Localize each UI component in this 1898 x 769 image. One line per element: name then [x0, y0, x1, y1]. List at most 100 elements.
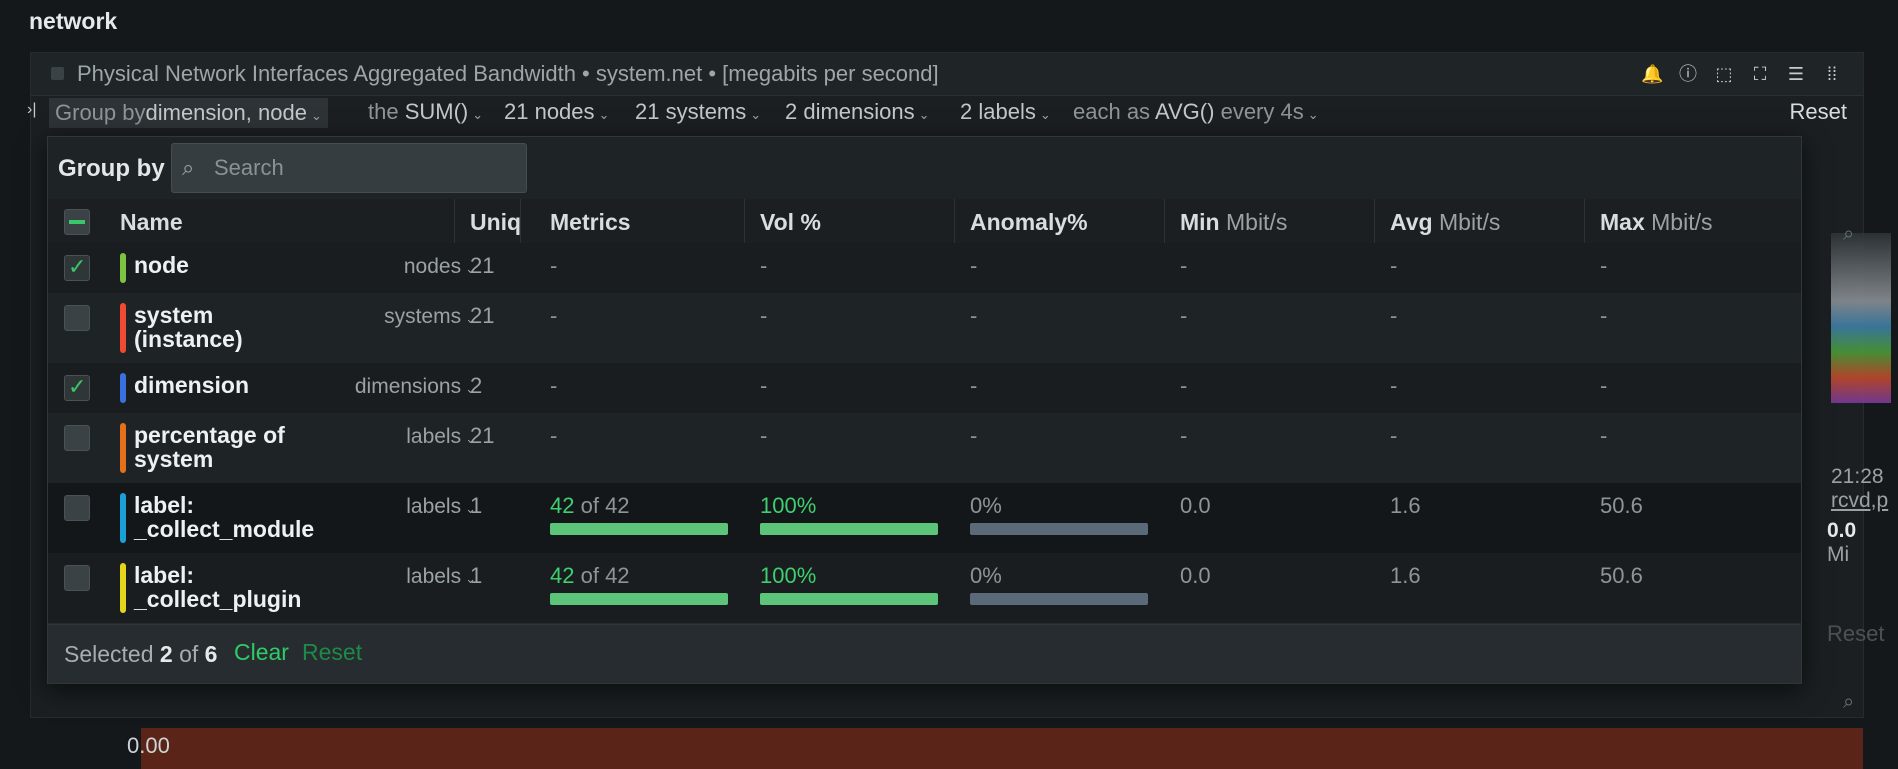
popover-footer: Selected 2 of 6 Clear Reset [48, 624, 1801, 683]
table-row[interactable]: node nodes⌄21 - - - - - - [48, 243, 1801, 294]
row-vol: - [760, 423, 768, 448]
column-metrics[interactable]: Metrics [550, 209, 631, 236]
row-uniq: 21 [470, 423, 495, 448]
table-row[interactable]: label: _collect_module labels ⌄ 1 42 of 42 10… [48, 483, 1801, 554]
zoom-icon[interactable]: ⌕ [1843, 223, 1869, 249]
filter-bar: ›| Group bydimension, node ⌄ the SUM() ⌄ 2… [27, 95, 1863, 131]
select-all-checkbox[interactable] [64, 209, 90, 235]
table-header: Name Uniq Metrics Vol % Anomaly% Min Mbi… [48, 199, 1801, 244]
row-metrics: 42 of 42 [550, 563, 630, 588]
row-color-indicator [120, 563, 126, 613]
row-checkbox[interactable] [64, 425, 90, 451]
row-avg: - [1390, 423, 1398, 448]
row-uniq: 2 [470, 373, 483, 398]
column-uniq[interactable]: Uniq [470, 209, 521, 236]
chevron-down-icon: ⌄ [1307, 107, 1319, 122]
reset-selection-button[interactable]: Reset [302, 639, 362, 666]
row-min: 0.0 [1180, 493, 1211, 518]
row-type-dropdown[interactable]: dimensions ⌄ [355, 375, 476, 399]
group-by-dropdown[interactable]: Group bydimension, node ⌄ [49, 98, 328, 128]
row-max: - [1600, 253, 1608, 278]
row-name: label: _collect_module [134, 492, 315, 542]
popover-label: Group by [58, 155, 165, 182]
row-checkbox[interactable] [64, 254, 90, 281]
vol-bar [760, 593, 938, 605]
row-type-dropdown[interactable]: labels ⌄ [406, 425, 476, 449]
row-metrics: - [550, 373, 558, 398]
info-icon[interactable]: ⓘ [1677, 63, 1699, 85]
row-name: label: _collect_plugin [134, 562, 302, 612]
section-title: network [29, 8, 118, 34]
background-reset: Reset [1827, 621, 1885, 646]
row-anomaly: - [970, 253, 978, 278]
table-row[interactable]: label: _collect_plugin labels ⌄ 1 42 of 42 10… [48, 553, 1801, 624]
row-type-dropdown[interactable]: systems ⌄ [384, 305, 476, 329]
row-color-indicator [120, 373, 126, 403]
search-box[interactable]: ⌕ [171, 143, 527, 193]
chevron-down-icon: ⌄ [1039, 107, 1051, 122]
row-metrics: - [550, 303, 558, 328]
row-avg: 1.6 [1390, 563, 1421, 588]
row-anomaly: 0% [970, 493, 1002, 518]
row-checkbox[interactable] [64, 374, 90, 401]
row-type-dropdown[interactable]: labels ⌄ [406, 565, 476, 589]
reset-button[interactable]: Reset [1790, 99, 1847, 125]
row-checkbox[interactable] [64, 495, 90, 521]
vol-bar [760, 523, 938, 535]
column-vol[interactable]: Vol % [760, 209, 821, 236]
drag-handle-icon[interactable]: ⁞⁞ [1821, 63, 1843, 85]
background-chart-area [141, 728, 1863, 769]
row-name: node [134, 252, 189, 278]
row-type-dropdown[interactable]: labels ⌄ [406, 495, 476, 519]
chart-title: Physical Network Interfaces Aggregated B… [77, 61, 939, 86]
labels-dropdown[interactable]: 2 labels ⌄ [960, 99, 1051, 125]
row-avg: - [1390, 373, 1398, 398]
row-checkbox[interactable] [64, 565, 90, 591]
layers-icon[interactable]: ⬚ [1713, 63, 1735, 85]
row-max: 50.6 [1600, 493, 1643, 518]
time-aggregation-dropdown[interactable]: each as AVG() every 4s ⌄ [1073, 99, 1319, 125]
chart-icon [51, 67, 64, 80]
row-max: 50.6 [1600, 563, 1643, 588]
clear-button[interactable]: Clear [234, 639, 289, 666]
table-row[interactable]: percentage of system labels ⌄ 21 - - - - - - [48, 413, 1801, 484]
row-name: percentage of system [134, 422, 285, 472]
column-max[interactable]: Max Mbit/s [1600, 209, 1712, 236]
row-uniq: 21 [470, 253, 495, 278]
row-color-indicator [120, 253, 126, 283]
row-vol: 100% [760, 563, 817, 588]
row-uniq: 21 [470, 303, 495, 328]
chevron-down-icon: ⌄ [918, 107, 930, 122]
search-icon: ⌕ [182, 155, 195, 180]
chevron-down-icon: ⌄ [472, 107, 484, 122]
systems-dropdown[interactable]: 21 systems ⌄ [635, 99, 761, 125]
row-name: system (instance) [134, 302, 243, 352]
settings-icon[interactable]: ☰ [1785, 63, 1807, 85]
background-legend: rcvd,p [1831, 489, 1889, 512]
row-type-dropdown[interactable]: nodes ⌄ [404, 255, 476, 279]
row-uniq: 1 [470, 563, 483, 588]
row-min: - [1180, 303, 1188, 328]
row-color-indicator [120, 423, 126, 473]
aggregation-dropdown[interactable]: the SUM() ⌄ [368, 99, 483, 125]
row-checkbox[interactable] [64, 305, 90, 331]
metrics-bar [550, 593, 728, 605]
bell-icon[interactable]: 🔔 [1641, 63, 1663, 85]
chevron-down-icon: ⌄ [310, 108, 322, 123]
fullscreen-icon[interactable]: ⛶ [1749, 63, 1771, 85]
row-color-indicator [120, 493, 126, 543]
background-axis-value: 0.00 [127, 733, 170, 758]
table-row[interactable]: dimension dimensions⌄2 - - - - - - [48, 363, 1801, 414]
dimensions-dropdown[interactable]: 2 dimensions ⌄ [785, 99, 930, 125]
collapse-icon[interactable]: ›| [27, 101, 36, 119]
search-input[interactable] [212, 150, 516, 186]
column-name[interactable]: Name [120, 209, 183, 236]
zoom-icon[interactable]: ⌕ [1843, 691, 1869, 717]
nodes-dropdown[interactable]: 21 nodes ⌄ [504, 99, 609, 125]
row-avg: - [1390, 253, 1398, 278]
table-row[interactable]: system (instance) systems ⌄ 21 - - - - - - [48, 293, 1801, 364]
row-min: 0.0 [1180, 563, 1211, 588]
column-anomaly[interactable]: Anomaly% [970, 209, 1088, 236]
column-min[interactable]: Min Mbit/s [1180, 209, 1287, 236]
column-avg[interactable]: Avg Mbit/s [1390, 209, 1500, 236]
